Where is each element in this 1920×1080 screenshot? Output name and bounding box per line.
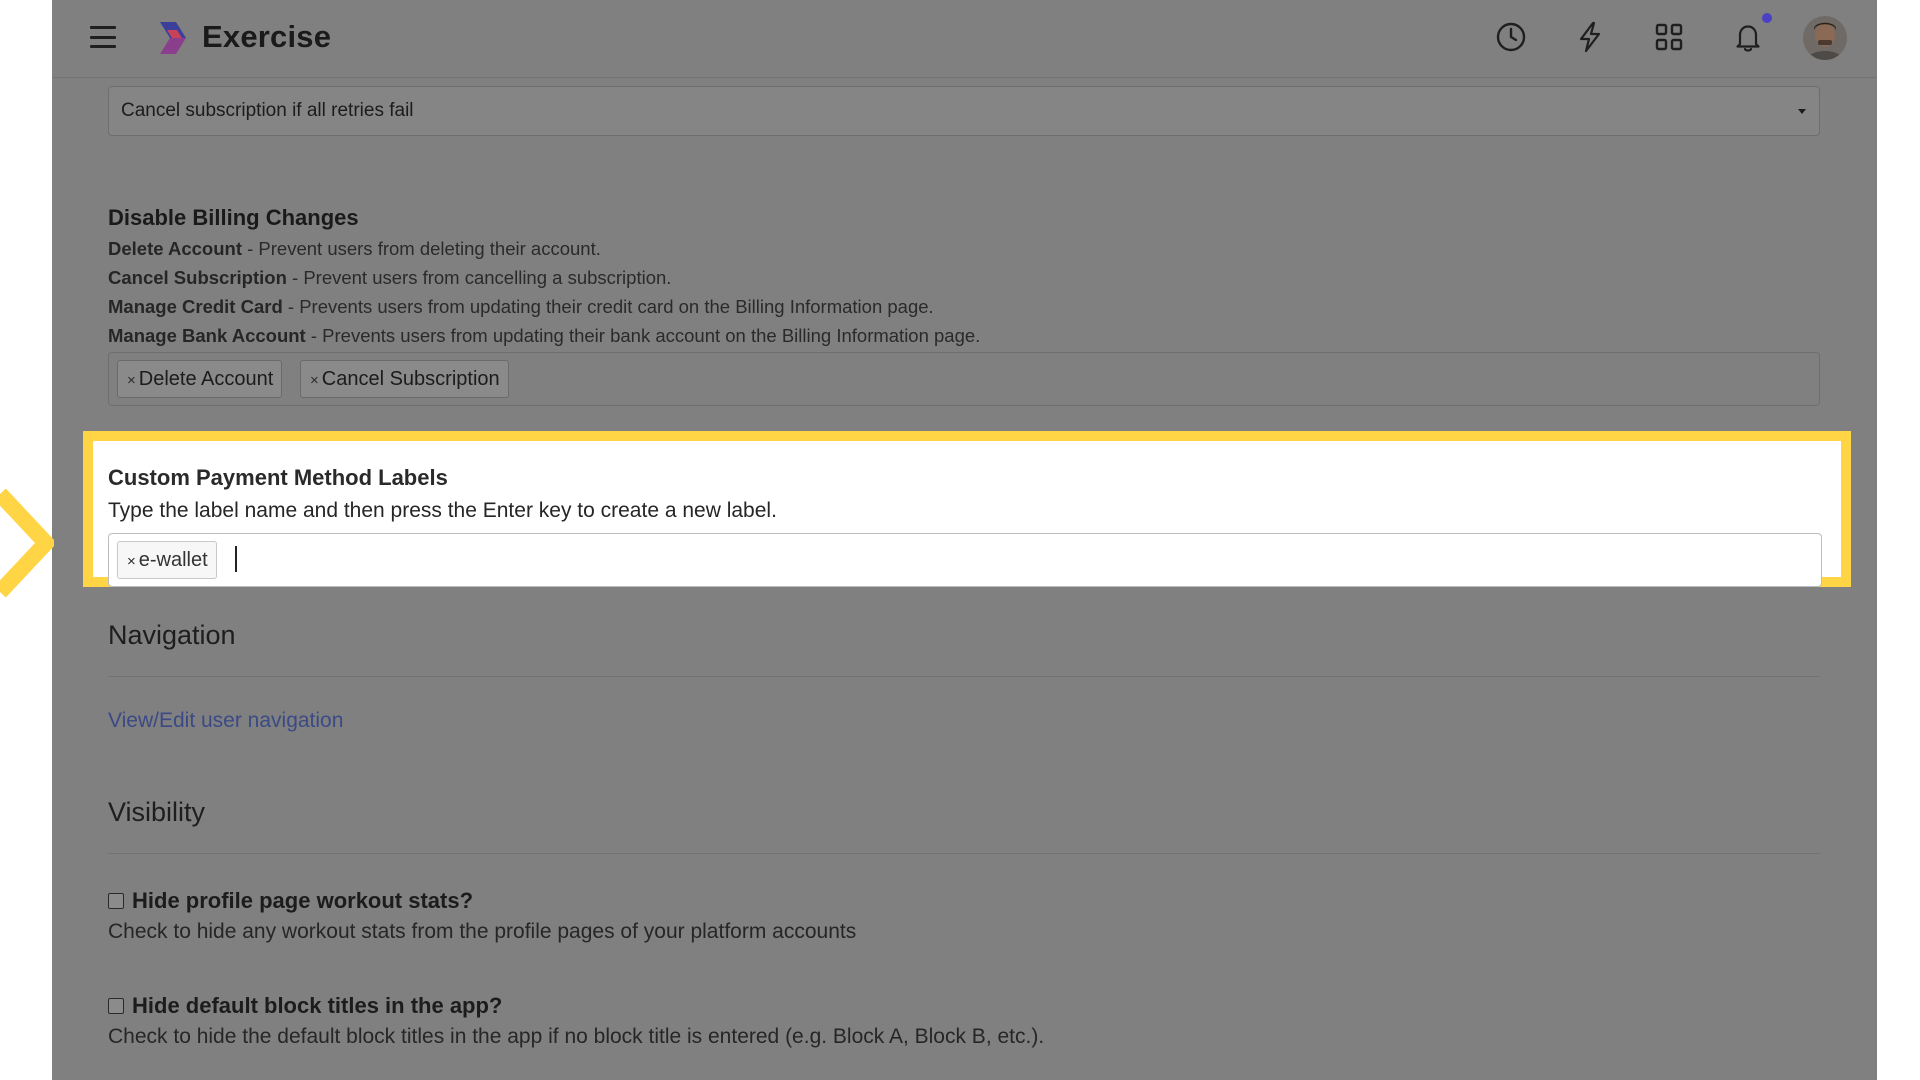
avatar[interactable] (1803, 16, 1847, 60)
notification-dot (1762, 13, 1772, 23)
billing-item-delete-account: Delete Account - Prevent users from dele… (108, 238, 601, 259)
text-cursor (235, 546, 237, 572)
visibility-heading: Visibility (108, 797, 206, 827)
divider (108, 676, 1820, 677)
hide-block-titles-checkbox[interactable] (108, 998, 124, 1014)
divider (108, 853, 1820, 854)
billing-restrictions-input[interactable]: × Delete Account × Cancel Subscription (108, 352, 1820, 406)
billing-item-manage-credit-card: Manage Credit Card - Prevents users from… (108, 296, 934, 317)
navigation-heading: Navigation (108, 620, 236, 650)
tag-delete-account: × Delete Account (117, 360, 283, 398)
retry-behavior-select[interactable]: Cancel subscription if all retries fail (108, 86, 1820, 136)
payment-labels-hint: Type the label name and then press the E… (108, 499, 777, 522)
menu-icon[interactable] (90, 26, 116, 48)
remove-tag-icon[interactable]: × (310, 372, 319, 389)
brand-name: Exercise (202, 19, 332, 54)
brand-logo (160, 22, 186, 54)
tag-cancel-subscription: × Cancel Subscription (300, 360, 509, 398)
lightning-icon[interactable] (1573, 20, 1607, 54)
hide-workout-stats-label[interactable]: Hide profile page workout stats? (132, 888, 473, 914)
arrow-right-icon (0, 488, 54, 598)
hide-block-titles-label[interactable]: Hide default block titles in the app? (132, 993, 502, 1019)
hide-workout-stats-desc: Check to hide any workout stats from the… (108, 920, 857, 943)
apps-grid-icon[interactable] (1652, 20, 1686, 54)
billing-item-cancel-subscription: Cancel Subscription - Prevent users from… (108, 267, 672, 288)
hide-workout-stats-checkbox[interactable] (108, 893, 124, 909)
top-bar: Exercise (52, 0, 1877, 78)
payment-labels-input[interactable]: × e-wallet (108, 533, 1822, 587)
bell-icon[interactable] (1731, 20, 1765, 54)
app-window: Exercise Cancel subscription if all retr… (52, 0, 1877, 1080)
tag-e-wallet: × e-wallet (117, 541, 217, 579)
payment-labels-title: Custom Payment Method Labels (108, 465, 448, 490)
billing-section-title: Disable Billing Changes (108, 205, 359, 230)
payment-labels-highlight: Custom Payment Method Labels Type the la… (83, 431, 1851, 587)
chevron-down-icon (1798, 109, 1806, 114)
billing-item-manage-bank-account: Manage Bank Account - Prevents users fro… (108, 325, 981, 346)
retry-behavior-value: Cancel subscription if all retries fail (121, 100, 414, 121)
hide-block-titles-desc: Check to hide the default block titles i… (108, 1025, 1045, 1048)
remove-tag-icon[interactable]: × (127, 372, 136, 389)
view-edit-navigation-link[interactable]: View/Edit user navigation (108, 709, 343, 733)
history-icon[interactable] (1494, 20, 1528, 54)
remove-tag-icon[interactable]: × (127, 553, 136, 570)
